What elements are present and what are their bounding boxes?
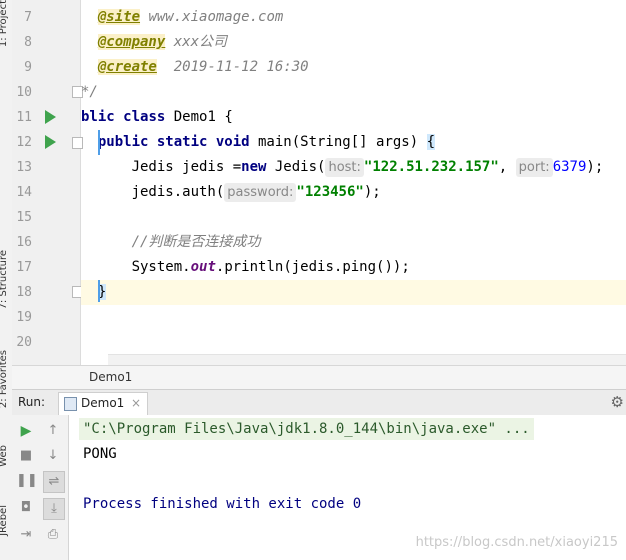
console-command-line[interactable]: "C:\Program Files\Java\jdk1.8.0_144\bin\… xyxy=(79,418,534,440)
code-line-18: } xyxy=(81,280,626,305)
print-icon[interactable]: ⎙ xyxy=(43,525,63,545)
line-number: 17 xyxy=(16,260,32,275)
favorites-tab[interactable]: 2: Favorites xyxy=(0,350,9,408)
code-line-8: @company xxx公司 xyxy=(81,30,626,55)
web-tab[interactable]: Web xyxy=(0,445,9,467)
gear-icon[interactable]: ⚙ xyxy=(611,393,624,411)
camera-icon[interactable]: ◘ xyxy=(16,498,36,518)
stop-icon[interactable]: ■ xyxy=(16,446,36,466)
code-line-16: //判断是否连接成功 xyxy=(81,230,626,255)
run-class-icon[interactable] xyxy=(45,110,56,124)
statement-end: ); xyxy=(586,159,604,175)
javadoc-site-value: www.xiaomage.com xyxy=(148,9,284,25)
keyword-class: class xyxy=(123,109,166,125)
javadoc-close: */ xyxy=(81,84,98,100)
line-number: 7 xyxy=(24,10,32,25)
auth-call: jedis.auth( xyxy=(131,184,225,200)
line-number: 9 xyxy=(24,60,32,75)
run-panel-header: Run: Demo1 × ⚙ xyxy=(12,389,626,417)
console-output-line: PONG xyxy=(83,446,117,462)
run-tab-label: Demo1 xyxy=(81,396,125,410)
run-config-tab[interactable]: Demo1 × xyxy=(58,392,148,415)
class-declaration: Demo1 { xyxy=(165,109,233,125)
code-editor[interactable]: 7 8 9 10 11 12 13 14 15 16 17 18 19 20 @… xyxy=(12,0,626,366)
line-number: 18 xyxy=(16,285,32,300)
line-number: 19 xyxy=(16,310,32,325)
watermark: https://blog.csdn.net/xiaoyi215 xyxy=(415,535,618,550)
change-marker xyxy=(98,280,100,302)
run-toolbar: ▶ ↑ ■ ↓ ❚❚ ⇌ ◘ ⤓ ⇥ ⎙ xyxy=(12,415,69,560)
comma: , xyxy=(498,159,508,175)
code-area[interactable]: @site www.xiaomage.com @company xxx公司 @c… xyxy=(81,0,626,365)
line-number: 14 xyxy=(16,185,32,200)
close-icon[interactable]: × xyxy=(131,396,141,410)
param-hint-password: password: xyxy=(224,183,297,202)
run-main-icon[interactable] xyxy=(45,135,56,149)
line-number: 20 xyxy=(16,335,32,350)
code-line-7: @site www.xiaomage.com xyxy=(81,5,626,30)
line-number: 12 xyxy=(16,135,32,150)
param-hint-port: port: xyxy=(515,158,553,177)
code-line-14: jedis.auth(password: "123456"); xyxy=(81,180,626,205)
javadoc-company-tag: @company xyxy=(97,34,166,50)
javadoc-company-value: xxx公司 xyxy=(173,34,228,50)
line-number: 16 xyxy=(16,235,32,250)
code-comment: //判断是否连接成功 xyxy=(131,234,261,250)
open-brace: { xyxy=(426,134,436,150)
println-call: .println(jedis.ping()); xyxy=(215,259,410,275)
password-string: "123456" xyxy=(296,184,364,200)
project-tab[interactable]: 1: Project xyxy=(0,0,9,47)
port-number: 6379 xyxy=(552,159,587,175)
line-number: 15 xyxy=(16,210,32,225)
line-number: 13 xyxy=(16,160,32,175)
system-class: System. xyxy=(131,259,191,275)
breadcrumb-item[interactable]: Demo1 xyxy=(89,370,132,384)
code-line-12: public static void main(String[] args) { xyxy=(81,130,626,155)
statement-end: ); xyxy=(363,184,381,200)
keyword-new: new xyxy=(241,159,267,175)
scroll-to-end-icon[interactable]: ⤓ xyxy=(43,498,65,520)
keyword-public: blic xyxy=(81,109,115,125)
line-number: 11 xyxy=(16,110,32,125)
console-exit-line: Process finished with exit code 0 xyxy=(83,496,362,512)
javadoc-site-tag: @site xyxy=(97,9,141,25)
code-line-11: blic class Demo1 { xyxy=(81,105,626,130)
host-string: "122.51.232.157" xyxy=(363,159,499,175)
change-marker xyxy=(98,130,100,155)
code-line-13: Jedis jedis =new Jedis(host: "122.51.232.… xyxy=(81,155,626,180)
run-config-icon xyxy=(64,397,77,411)
run-label: Run: xyxy=(18,395,46,409)
code-line-9: @create 2019-11-12 16:30 xyxy=(81,55,626,80)
code-line-17: System.out.println(jedis.ping()); xyxy=(81,255,626,280)
method-modifiers: public static void xyxy=(97,134,250,150)
down-arrow-icon[interactable]: ↓ xyxy=(43,446,63,466)
pause-icon[interactable]: ❚❚ xyxy=(16,471,38,491)
breadcrumb: Demo1 xyxy=(12,365,626,390)
jedis-declaration: Jedis jedis = xyxy=(131,159,242,175)
line-number: 8 xyxy=(24,35,32,50)
up-arrow-icon[interactable]: ↑ xyxy=(43,421,63,441)
login-icon[interactable]: ⇥ xyxy=(16,525,36,545)
line-number: 10 xyxy=(16,85,32,100)
code-line-10: */ xyxy=(81,80,626,105)
javadoc-create-tag: @create xyxy=(97,59,157,75)
main-signature: main(String[] args) xyxy=(249,134,427,150)
soft-wrap-icon[interactable]: ⇌ xyxy=(43,471,65,493)
jedis-constructor: Jedis( xyxy=(266,159,326,175)
structure-tab[interactable]: 7: Structure xyxy=(0,250,9,309)
jrebel-tab[interactable]: JRebel xyxy=(0,505,9,536)
out-field: out xyxy=(190,259,216,275)
param-hint-host: host: xyxy=(325,158,364,177)
javadoc-create-value: 2019-11-12 16:30 xyxy=(173,59,309,75)
editor-gutter: 7 8 9 10 11 12 13 14 15 16 17 18 19 20 xyxy=(12,0,83,365)
rerun-icon[interactable]: ▶ xyxy=(16,421,36,441)
